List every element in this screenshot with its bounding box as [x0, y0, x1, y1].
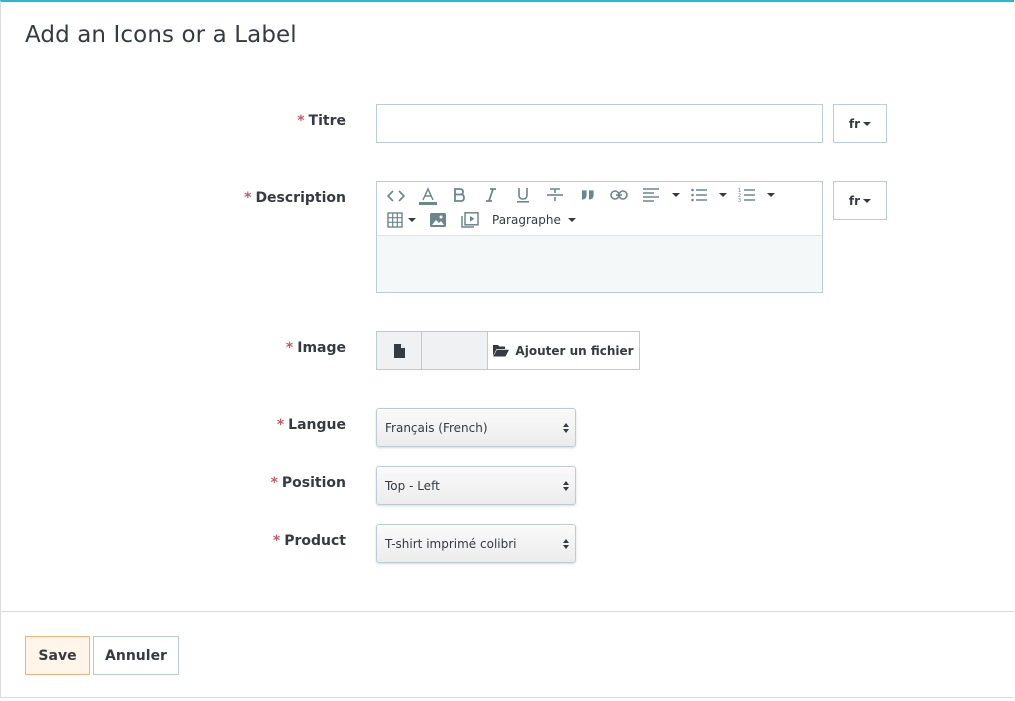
- svg-text:3: 3: [738, 198, 741, 202]
- paragraph-format-label: Paragraphe: [492, 213, 561, 227]
- table-icon[interactable]: [387, 212, 416, 228]
- required-mark: *: [285, 340, 294, 356]
- strikethrough-icon[interactable]: [547, 188, 563, 202]
- position-selected-value: Top - Left: [385, 478, 440, 493]
- position-label-text: Position: [281, 475, 346, 491]
- langue-selected-value: Français (French): [385, 420, 488, 435]
- langue-label: * Langue: [277, 417, 346, 433]
- description-editor-body[interactable]: [377, 236, 822, 292]
- text-color-icon[interactable]: [418, 186, 438, 206]
- link-icon[interactable]: [610, 189, 628, 201]
- file-name-field: [422, 332, 488, 369]
- titre-lang-dropdown[interactable]: fr: [833, 104, 887, 143]
- titre-lang-label: fr: [848, 116, 861, 131]
- description-lang-dropdown[interactable]: fr: [833, 181, 887, 220]
- select-arrows-icon: [563, 423, 569, 433]
- description-lang-label: fr: [848, 193, 861, 208]
- titre-input[interactable]: [376, 104, 823, 143]
- footer-divider: [1, 611, 1014, 612]
- position-select[interactable]: Top - Left: [376, 466, 576, 505]
- file-icon: [377, 332, 422, 369]
- titre-label-text: Titre: [308, 113, 346, 129]
- paragraph-format-dropdown[interactable]: Paragraphe: [492, 213, 576, 227]
- required-mark: *: [276, 417, 285, 433]
- chevron-down-icon: [863, 121, 872, 126]
- media-icon[interactable]: [461, 212, 479, 228]
- italic-icon[interactable]: [485, 188, 497, 202]
- chevron-down-icon: [567, 218, 576, 222]
- editor-toolbar: 123 Paragraphe: [377, 182, 822, 236]
- position-label: * Position: [271, 475, 346, 491]
- product-label-text: Product: [284, 533, 346, 549]
- underline-icon[interactable]: [516, 187, 530, 203]
- chevron-down-icon: [719, 193, 727, 197]
- chevron-down-icon: [672, 193, 680, 197]
- image-label: * Image: [286, 340, 346, 356]
- cancel-button[interactable]: Annuler: [93, 636, 179, 675]
- required-mark: *: [244, 190, 252, 206]
- titre-label: * Titre: [297, 113, 346, 129]
- image-label-text: Image: [297, 340, 346, 356]
- add-file-button[interactable]: Ajouter un fichier: [488, 332, 639, 369]
- description-editor: 123 Paragraphe: [376, 181, 823, 293]
- folder-open-icon: [493, 345, 510, 357]
- quote-icon[interactable]: [581, 190, 595, 200]
- chevron-down-icon: [767, 192, 775, 197]
- product-label: * Product: [273, 533, 346, 549]
- required-mark: *: [297, 113, 305, 129]
- bold-icon[interactable]: [453, 188, 465, 202]
- chevron-down-icon: [863, 198, 872, 203]
- code-icon[interactable]: [387, 189, 405, 203]
- description-label: * Description: [244, 190, 346, 206]
- langue-label-text: Langue: [288, 417, 346, 433]
- langue-select[interactable]: Français (French): [376, 408, 576, 447]
- save-button[interactable]: Save: [25, 636, 90, 675]
- product-selected-value: T-shirt imprimé colibri: [385, 536, 517, 551]
- image-icon[interactable]: [430, 213, 446, 227]
- bullet-list-icon[interactable]: [691, 188, 727, 202]
- select-arrows-icon: [563, 539, 569, 549]
- select-arrows-icon: [563, 481, 569, 491]
- description-label-text: Description: [255, 190, 346, 206]
- product-select[interactable]: T-shirt imprimé colibri: [376, 524, 576, 563]
- image-file-picker: Ajouter un fichier: [376, 331, 640, 370]
- chevron-down-icon: [408, 218, 416, 222]
- required-mark: *: [270, 475, 278, 491]
- page-title: Add an Icons or a Label: [25, 22, 297, 48]
- numbered-list-icon[interactable]: 123: [738, 187, 775, 202]
- required-mark: *: [272, 533, 281, 549]
- align-icon[interactable]: [643, 188, 680, 202]
- add-file-button-label: Ajouter un fichier: [515, 343, 634, 358]
